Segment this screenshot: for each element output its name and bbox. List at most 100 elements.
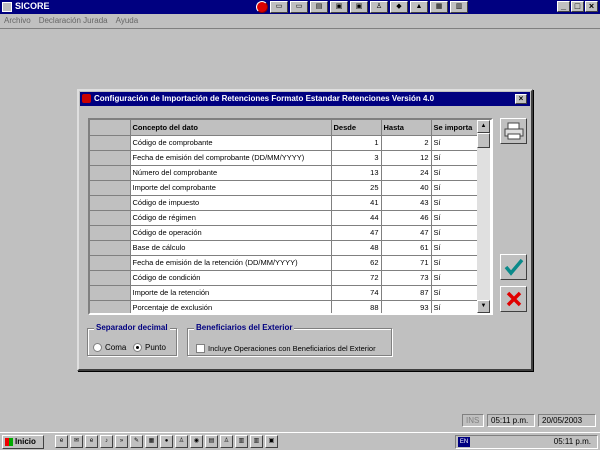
cell-desde[interactable]: 47 — [331, 225, 382, 241]
cell-hasta[interactable]: 2 — [381, 135, 432, 151]
traffic-light-icon[interactable]: ● — [160, 435, 173, 448]
cell-concepto[interactable]: Número del comprobante — [130, 165, 332, 181]
cell-concepto[interactable]: Base de cálculo — [130, 240, 332, 256]
menu-declaracion-jurada[interactable]: Declaración Jurada — [39, 14, 108, 28]
stop-icon[interactable] — [256, 1, 268, 13]
cell-hasta[interactable]: 43 — [381, 195, 432, 211]
cell-se-importa[interactable]: Sí — [431, 195, 481, 211]
cell-se-importa[interactable]: Sí — [431, 225, 481, 241]
cell-se-importa[interactable]: Sí — [431, 240, 481, 256]
radio-coma[interactable]: Coma — [93, 343, 126, 352]
cancel-button[interactable] — [500, 286, 527, 312]
media-icon[interactable]: ♪ — [100, 435, 113, 448]
cell-concepto[interactable]: Código de condición — [130, 270, 332, 286]
table-row[interactable]: Código de operación 47 47 Sí — [90, 225, 481, 241]
column-header-hasta[interactable]: Hasta — [381, 120, 432, 136]
dialog-close-button[interactable]: × — [515, 94, 527, 104]
scroll-up-button[interactable]: ▲ — [477, 120, 490, 133]
print-button[interactable] — [500, 118, 527, 144]
column-header-se-importa[interactable]: Se importa — [431, 120, 481, 136]
cell-hasta[interactable]: 71 — [381, 255, 432, 271]
folder-icon[interactable]: ▥ — [250, 435, 263, 448]
pen-icon[interactable]: ✎ — [130, 435, 143, 448]
cell-hasta[interactable]: 47 — [381, 225, 432, 241]
accept-button[interactable] — [500, 254, 527, 280]
cell-se-importa[interactable]: Sí — [431, 180, 481, 196]
cell-hasta[interactable]: 46 — [381, 210, 432, 226]
table-row[interactable]: Código de régimen 44 46 Sí — [90, 210, 481, 226]
cell-hasta[interactable]: 12 — [381, 150, 432, 166]
cell-concepto[interactable]: Importe de la retención — [130, 285, 332, 301]
cell-desde[interactable]: 25 — [331, 180, 382, 196]
ie-icon[interactable]: e — [85, 435, 98, 448]
person-icon[interactable]: ♙ — [220, 435, 233, 448]
monitor-icon[interactable]: ▭ — [290, 1, 308, 13]
cell-concepto[interactable]: Fecha de emisión de la retención (DD/MM/… — [130, 255, 332, 271]
scroll-down-button[interactable]: ▼ — [477, 300, 490, 313]
stop-icon[interactable]: ◉ — [190, 435, 203, 448]
checkbox-box[interactable] — [196, 344, 205, 353]
folder-icon[interactable]: ▥ — [450, 1, 468, 13]
outlook-icon[interactable]: ✉ — [70, 435, 83, 448]
cell-concepto[interactable]: Código de operación — [130, 225, 332, 241]
cell-hasta[interactable]: 40 — [381, 180, 432, 196]
cell-hasta[interactable]: 61 — [381, 240, 432, 256]
radio-punto[interactable]: Punto — [133, 343, 166, 352]
cell-concepto[interactable]: Fecha de emisión del comprobante (DD/MM/… — [130, 150, 332, 166]
cell-se-importa[interactable]: Sí — [431, 300, 481, 313]
cell-desde[interactable]: 88 — [331, 300, 382, 313]
beneficiarios-checkbox[interactable]: Incluye Operaciones con Beneficiarios de… — [196, 344, 376, 353]
cell-hasta[interactable]: 87 — [381, 285, 432, 301]
column-header-concepto[interactable]: Concepto del dato — [130, 120, 332, 136]
keyboard-icon[interactable]: ▤ — [310, 1, 328, 13]
table-row[interactable]: Importe del comprobante 25 40 Sí — [90, 180, 481, 196]
table-row[interactable]: Fecha de emisión de la retención (DD/MM/… — [90, 255, 481, 271]
minimize-button[interactable]: _ — [557, 1, 570, 12]
cell-desde[interactable]: 3 — [331, 150, 382, 166]
cell-hasta[interactable]: 93 — [381, 300, 432, 313]
cell-desde[interactable]: 72 — [331, 270, 382, 286]
cell-concepto[interactable]: Código de impuesto — [130, 195, 332, 211]
radio-coma-dot[interactable] — [93, 343, 102, 352]
table-row[interactable]: Código de impuesto 41 43 Sí — [90, 195, 481, 211]
table-row[interactable]: Código de condición 72 73 Sí — [90, 270, 481, 286]
menu-ayuda[interactable]: Ayuda — [116, 14, 139, 28]
cell-desde[interactable]: 1 — [331, 135, 382, 151]
scroll-thumb[interactable] — [477, 133, 490, 148]
table-row[interactable]: Número del comprobante 13 24 Sí — [90, 165, 481, 181]
cell-se-importa[interactable]: Sí — [431, 285, 481, 301]
cell-concepto[interactable]: Código de comprobante — [130, 135, 332, 151]
cell-desde[interactable]: 41 — [331, 195, 382, 211]
cell-se-importa[interactable]: Sí — [431, 270, 481, 286]
ie-icon[interactable]: e — [55, 435, 68, 448]
monitor-icon[interactable]: ▭ — [270, 1, 288, 13]
keyboard-icon[interactable]: ▤ — [205, 435, 218, 448]
cell-desde[interactable]: 48 — [331, 240, 382, 256]
table-row[interactable]: Fecha de emisión del comprobante (DD/MM/… — [90, 150, 481, 166]
cell-concepto[interactable]: Importe del comprobante — [130, 180, 332, 196]
vertical-scrollbar[interactable]: ▲ ▼ — [477, 120, 490, 313]
radio-punto-dot[interactable] — [133, 343, 142, 352]
table-row[interactable]: Porcentaje de exclusión 88 93 Sí — [90, 300, 481, 313]
cell-se-importa[interactable]: Sí — [431, 255, 481, 271]
card-icon[interactable]: ▣ — [330, 1, 348, 13]
cell-concepto[interactable]: Porcentaje de exclusión — [130, 300, 332, 313]
app-icon[interactable]: ▦ — [145, 435, 158, 448]
chevron-icon[interactable]: » — [115, 435, 128, 448]
table-row[interactable]: Importe de la retención 74 87 Sí — [90, 285, 481, 301]
maximize-button[interactable]: □ — [571, 1, 584, 12]
column-header-desde[interactable]: Desde — [331, 120, 382, 136]
cell-desde[interactable]: 13 — [331, 165, 382, 181]
cell-desde[interactable]: 62 — [331, 255, 382, 271]
table-row[interactable]: Código de comprobante 1 2 Sí — [90, 135, 481, 151]
printer-icon[interactable]: ▦ — [430, 1, 448, 13]
cell-se-importa[interactable]: Sí — [431, 150, 481, 166]
cell-se-importa[interactable]: Sí — [431, 165, 481, 181]
app-icon[interactable]: ▣ — [265, 435, 278, 448]
cell-concepto[interactable]: Código de régimen — [130, 210, 332, 226]
cell-desde[interactable]: 44 — [331, 210, 382, 226]
folder-icon[interactable]: ▥ — [235, 435, 248, 448]
close-button[interactable]: × — [585, 1, 598, 12]
clock[interactable]: 05:11 p.m. — [554, 437, 591, 446]
start-button[interactable]: Inicio — [2, 435, 44, 449]
